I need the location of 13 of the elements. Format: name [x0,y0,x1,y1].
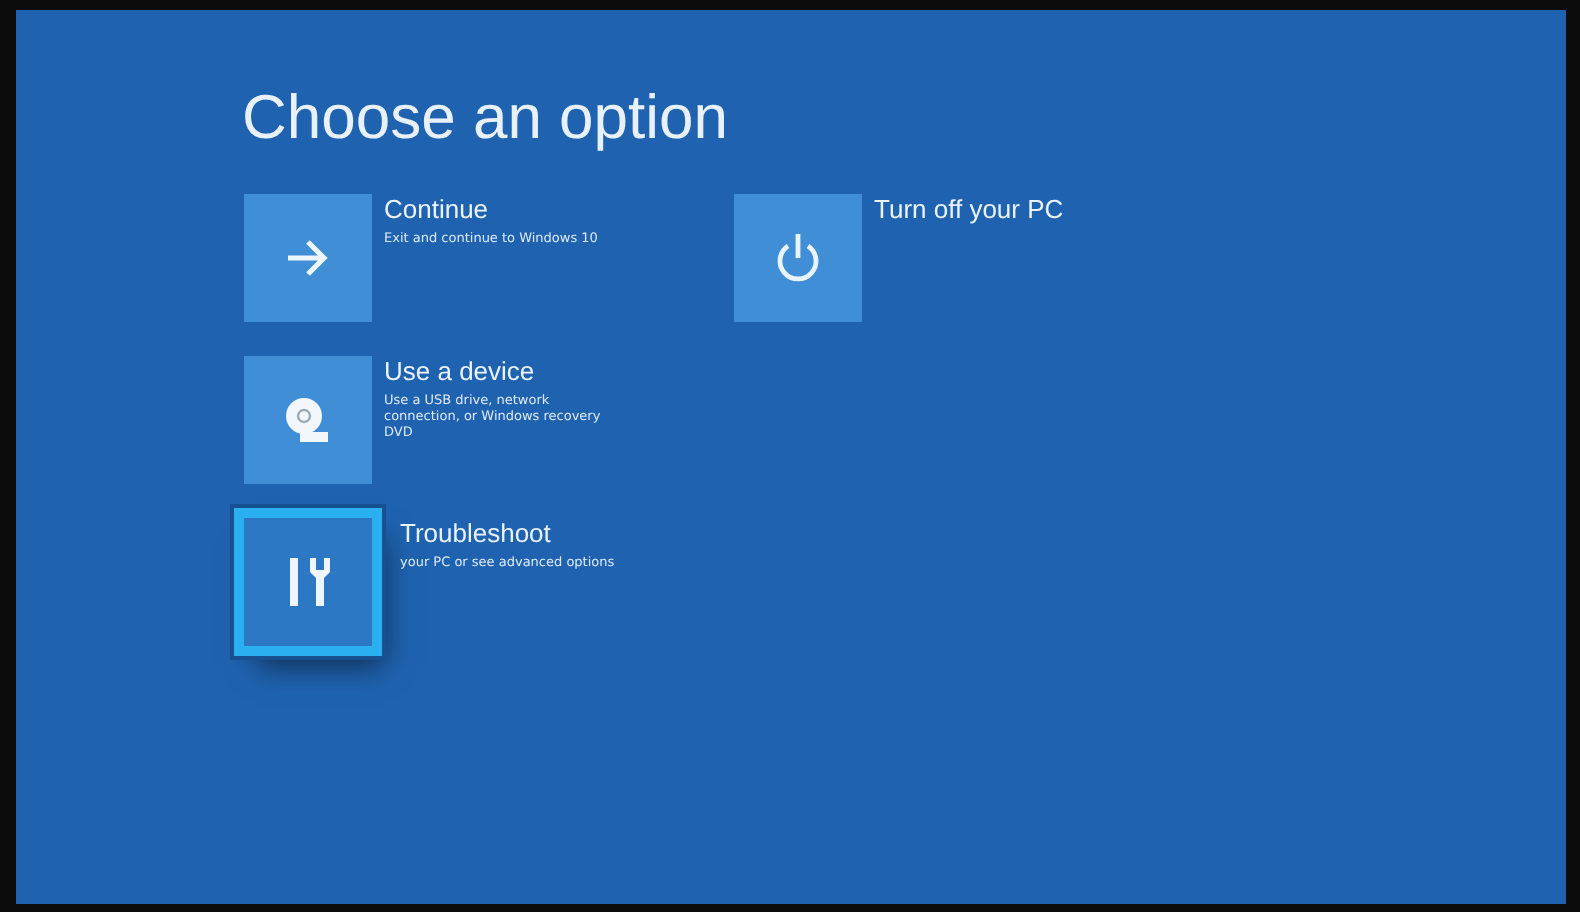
option-label: Continue [384,194,491,224]
tools-icon [284,554,332,610]
option-label: Troubleshoot [400,518,553,548]
option-label: Use a device [384,356,537,386]
option-tile[interactable] [734,194,862,322]
option-tile[interactable] [244,356,372,484]
power-icon [774,232,822,284]
option-tile[interactable] [244,518,372,646]
disc-drive-icon [282,394,334,446]
option-label: Turn off your PC [874,194,1064,224]
arrow-right-icon [286,240,330,276]
screen-title: Choose an option [242,82,731,154]
option-tile[interactable] [244,194,372,322]
